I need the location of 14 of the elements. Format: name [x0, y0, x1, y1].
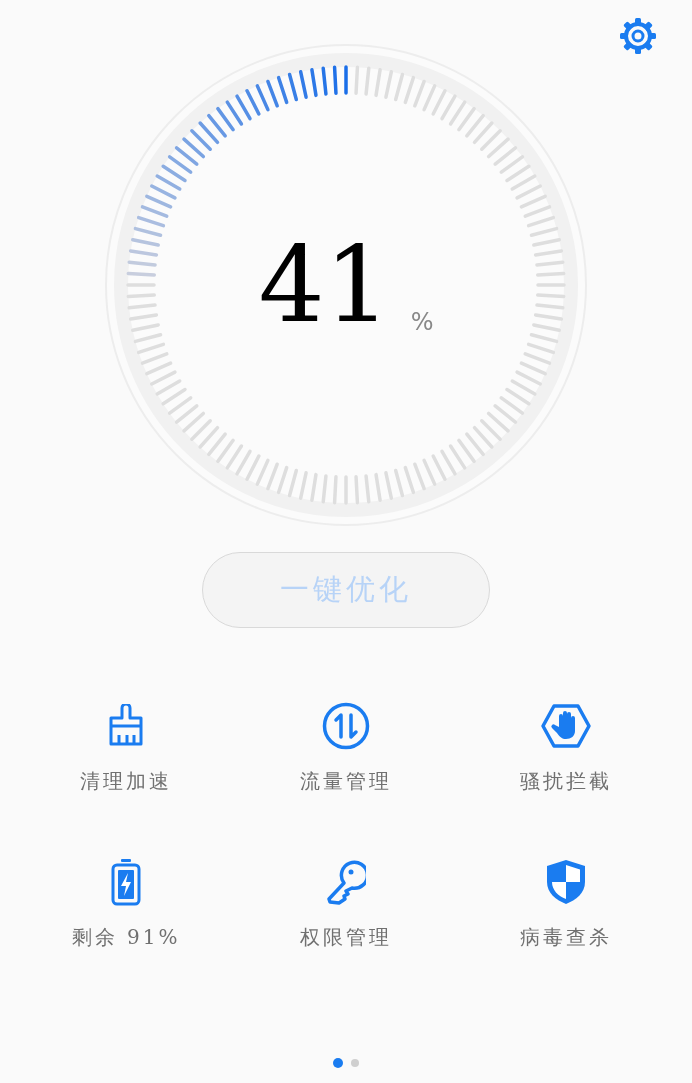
tool-label[interactable]: 剩余 91% [71, 922, 181, 952]
tool-label[interactable]: 流量管理 [300, 766, 392, 796]
score-value: 41 [258, 233, 391, 337]
settings-icon[interactable] [618, 16, 658, 56]
hand-stop-icon [540, 703, 592, 749]
shield-icon [545, 858, 587, 906]
key-icon [326, 858, 366, 906]
tool-label[interactable]: 权限管理 [300, 922, 392, 952]
percent-sign: % [410, 307, 434, 338]
tool-label[interactable]: 清理加速 [80, 766, 172, 796]
battery-charging-icon [110, 858, 142, 906]
tool-label[interactable]: 骚扰拦截 [520, 766, 612, 796]
up-down-arrows-icon [322, 702, 370, 750]
tool-label[interactable]: 病毒查杀 [520, 922, 612, 952]
